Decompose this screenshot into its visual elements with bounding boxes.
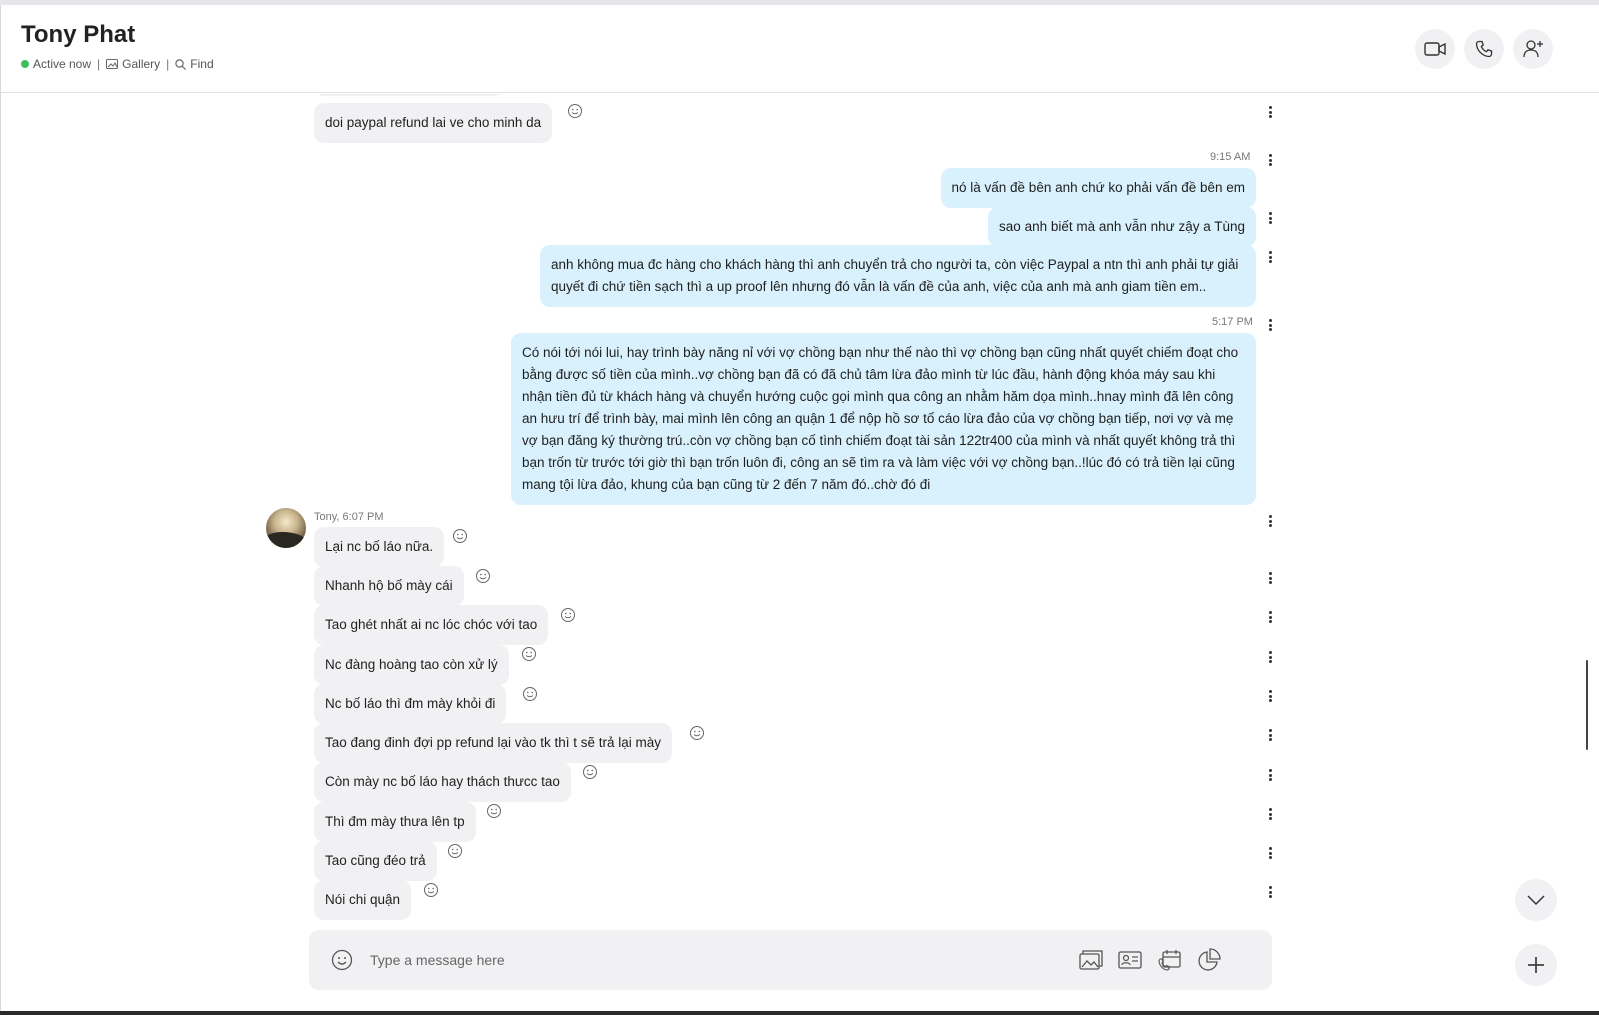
timestamp: 9:15 AM (1210, 151, 1251, 163)
contact-name[interactable]: Tony Phat (21, 21, 135, 49)
more-options-icon[interactable] (1266, 104, 1274, 120)
separator: | (166, 57, 170, 71)
more-options-icon[interactable] (1266, 845, 1274, 861)
message-input[interactable] (370, 947, 1050, 973)
taskbar-edge (0, 1011, 1599, 1015)
message-bubble-partial[interactable] (314, 94, 504, 96)
more-options-icon[interactable] (1266, 513, 1274, 529)
phone-icon (1475, 40, 1493, 58)
smiley-react-icon[interactable] (560, 607, 576, 623)
online-dot-icon (21, 60, 29, 68)
more-options-icon[interactable] (1266, 152, 1274, 168)
message-composer (309, 930, 1272, 990)
message-list[interactable]: doi paypal refund lai ve cho minh da 9:1… (1, 94, 1561, 924)
share-contact-button[interactable] (1117, 947, 1143, 973)
smiley-react-icon[interactable] (582, 764, 598, 780)
contact-card-icon (1118, 951, 1142, 969)
smiley-react-icon[interactable] (475, 568, 491, 584)
message-bubble-outgoing[interactable]: Có nói tới nói lui, hay trình bày năng n… (511, 333, 1256, 505)
calendar-phone-icon (1158, 950, 1181, 971)
image-icon (1079, 950, 1103, 970)
message-bubble-incoming[interactable]: Còn mày nc bố láo hay thách thưcc tao (314, 762, 571, 802)
smiley-react-icon[interactable] (423, 882, 439, 898)
message-bubble-incoming[interactable]: Nhanh hộ bố mày cái (314, 566, 464, 606)
plus-icon (1528, 957, 1544, 973)
separator: | (97, 57, 101, 71)
find-label: Find (190, 57, 214, 71)
message-bubble-incoming[interactable]: Tao cũng đéo trả (314, 841, 437, 881)
message-bubble-incoming[interactable]: Tao đang đinh đợi pp refund lại vào tk t… (314, 723, 673, 763)
smiley-react-icon[interactable] (567, 103, 583, 119)
timestamp: 5:17 PM (1212, 316, 1253, 328)
video-camera-icon (1424, 42, 1446, 56)
add-person-icon (1523, 40, 1543, 58)
more-options-icon[interactable] (1266, 884, 1274, 900)
status-indicator: Active now (21, 57, 91, 71)
sender-timestamp: Tony, 6:07 PM (314, 511, 384, 523)
status-text: Active now (33, 57, 92, 71)
add-media-button[interactable] (1078, 947, 1104, 973)
smiley-react-icon[interactable] (689, 725, 705, 741)
audio-call-button[interactable] (1464, 29, 1504, 69)
message-bubble-incoming[interactable]: Lại nc bố láo nữa. (314, 527, 445, 567)
more-options-icon[interactable] (1266, 609, 1274, 625)
more-options-icon[interactable] (1266, 767, 1274, 783)
find-link[interactable]: Find (175, 57, 214, 71)
add-button[interactable] (1515, 944, 1557, 986)
message-bubble-outgoing[interactable]: anh không mua đc hàng cho khách hàng thì… (540, 245, 1256, 307)
search-icon (175, 58, 187, 70)
message-bubble-incoming[interactable]: Nc đàng hoàng tao còn xử lý (314, 645, 509, 685)
more-options-icon[interactable] (1266, 806, 1274, 822)
add-people-button[interactable] (1513, 29, 1553, 69)
more-options-icon[interactable] (1266, 688, 1274, 704)
poll-button[interactable] (1196, 947, 1222, 973)
schedule-call-button[interactable] (1157, 947, 1183, 973)
more-options-icon[interactable] (1266, 570, 1274, 586)
message-bubble-incoming[interactable]: doi paypal refund lai ve cho minh da (314, 103, 553, 143)
chat-header: Tony Phat Active now | Gallery | Find (1, 5, 1599, 93)
message-bubble-outgoing[interactable]: sao anh biết mà anh vẫn như zậy a Tùng (988, 207, 1256, 247)
smiley-react-icon[interactable] (447, 843, 463, 859)
more-options-icon[interactable] (1266, 317, 1274, 333)
scrollbar-thumb[interactable] (1586, 660, 1588, 750)
chevron-down-icon (1527, 895, 1545, 906)
smiley-react-icon[interactable] (521, 646, 537, 662)
gallery-label: Gallery (122, 57, 161, 71)
contact-subline: Active now | Gallery | Find (21, 57, 214, 71)
gallery-link[interactable]: Gallery (106, 57, 160, 71)
more-options-icon[interactable] (1266, 210, 1274, 226)
smiley-react-icon[interactable] (522, 686, 538, 702)
pie-chart-icon (1198, 948, 1221, 971)
smiley-react-icon[interactable] (486, 803, 502, 819)
message-bubble-outgoing[interactable]: nó là vấn đề bên anh chứ ko phải vấn đề … (940, 168, 1256, 208)
message-bubble-incoming[interactable]: Tao ghét nhất ai nc lóc chóc với tao (314, 605, 549, 645)
more-options-icon[interactable] (1266, 727, 1274, 743)
emoji-button[interactable] (329, 947, 355, 973)
emoji-icon (331, 949, 353, 971)
gallery-icon (106, 59, 119, 69)
message-bubble-incoming[interactable]: Nói chi quận (314, 880, 412, 920)
video-call-button[interactable] (1415, 29, 1455, 69)
more-options-icon[interactable] (1266, 649, 1274, 665)
scroll-to-bottom-button[interactable] (1515, 879, 1557, 921)
message-bubble-incoming[interactable]: Nc bố láo thì đm mày khỏi đi (314, 684, 507, 724)
smiley-react-icon[interactable] (452, 528, 468, 544)
message-bubble-incoming[interactable]: Thì đm mày thưa lên tp (314, 802, 476, 842)
avatar[interactable] (266, 508, 306, 548)
more-options-icon[interactable] (1266, 249, 1274, 265)
